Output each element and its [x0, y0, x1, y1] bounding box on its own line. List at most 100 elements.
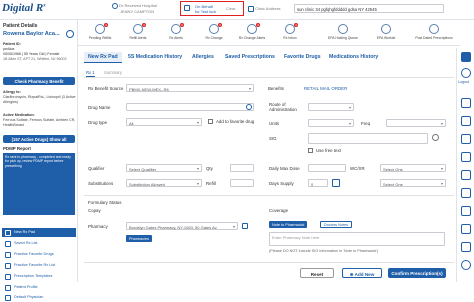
- calendar-icon[interactable]: [332, 179, 340, 187]
- physician-icon: [5, 294, 11, 301]
- wc-xr-secondary-select[interactable]: Select One: [380, 179, 446, 187]
- free-text-label: Use free text: [316, 148, 341, 153]
- tab-saved-prescriptions[interactable]: Saved Prescriptions: [225, 54, 275, 60]
- side-item-patient-profile[interactable]: Patient Profile: [2, 283, 76, 292]
- benefit-source-label: Rx Benefit Source: [88, 86, 124, 91]
- side-item-saved-rx[interactable]: Saved Rx List: [2, 239, 76, 248]
- units-select[interactable]: [308, 119, 354, 127]
- user-icon[interactable]: [461, 224, 471, 234]
- freq-select[interactable]: [386, 119, 446, 127]
- substitutions-select[interactable]: Substitution Allowed: [126, 179, 202, 187]
- side-item-new-rx-pad[interactable]: New Rx Pad: [2, 228, 76, 237]
- tab-medications-history[interactable]: Medications History: [329, 54, 378, 60]
- worklist-icon: [381, 24, 391, 34]
- free-text-checkbox[interactable]: [308, 148, 313, 153]
- toolbar-rx-alerts[interactable]: 0 Rx Alerts: [158, 22, 194, 44]
- toolbar-rx-inbox[interactable]: 0 Rx Inbox: [272, 22, 308, 44]
- reset-button[interactable]: Reset: [300, 268, 334, 278]
- toolbar-epa-worklist[interactable]: EPA Workist: [368, 22, 404, 44]
- toolbar-label: Rx Alerts: [169, 36, 183, 40]
- message-icon[interactable]: [461, 170, 471, 180]
- clinic-selector[interactable]: Clinic Address: [248, 6, 280, 12]
- on-behalf-box[interactable]: On Behalf for Test luck Clear: [180, 1, 244, 16]
- user-selector[interactable]: Dr Received Hospital JENNY CAMPTON: [112, 3, 157, 14]
- route-select[interactable]: [308, 103, 354, 111]
- tab-new-rx-pad[interactable]: New Rx Pad: [84, 52, 122, 63]
- toolbar-epa-holding-queue[interactable]: EPA Holding Queue: [320, 22, 366, 44]
- daily-max-input[interactable]: [308, 164, 346, 172]
- inbox-icon: 0: [285, 23, 298, 34]
- form-divider: [84, 191, 454, 196]
- pharmacy-note-input[interactable]: Enter Pharmacy Note here: [269, 232, 445, 246]
- refill-input[interactable]: [230, 179, 254, 187]
- drug-name-input[interactable]: [126, 103, 254, 111]
- sig-input[interactable]: [308, 133, 428, 144]
- toolbar-rx-change[interactable]: 0 Rx Change: [196, 22, 232, 44]
- home-icon[interactable]: [461, 52, 471, 62]
- patient-name[interactable]: Rowena Baylor Aca...: [3, 31, 60, 37]
- side-item-label: Prescription Templates: [14, 274, 53, 278]
- clipboard-icon[interactable]: [461, 152, 471, 162]
- add-favorite-label: Add to favorite drug: [216, 119, 255, 124]
- tab-ss-medication-history[interactable]: 5S Medication History: [128, 54, 182, 60]
- add-favorite-checkbox[interactable]: [208, 119, 213, 124]
- active-meds-text: Ferrous Sulfate, Ferrous Sulfate, Ambien…: [3, 118, 76, 127]
- edit-icon[interactable]: [242, 223, 248, 229]
- pharmacy-label: Pharmacy: [88, 224, 108, 229]
- patient-edit-icon[interactable]: [66, 30, 74, 38]
- drug-type-select[interactable]: All: [126, 118, 202, 126]
- toolbar-post-dated[interactable]: Post Dated Prescriptions: [410, 22, 458, 44]
- pill-icon[interactable]: [461, 188, 471, 198]
- days-supply-input[interactable]: 0: [308, 179, 328, 187]
- tab-allergies[interactable]: Allergies: [192, 54, 214, 60]
- clear-button[interactable]: Clear: [226, 6, 236, 11]
- side-item-favorite-drugs[interactable]: Practice Favorite Drugs: [2, 250, 76, 259]
- clinic-address-field[interactable]: sun clinic 34 pgfqhgfddddd gdsa NY 42545: [294, 4, 444, 13]
- chart-icon[interactable]: [461, 134, 471, 144]
- profile-icon: [5, 284, 11, 291]
- retail-mail-order-link[interactable]: RETAIL MAIL ORDER: [304, 86, 347, 91]
- wc-xr-select[interactable]: Select One: [380, 164, 446, 172]
- show-all-drugs-button[interactable]: (157 Active Drugs) Show all: [3, 135, 75, 143]
- allergy-text: Clarithromycin, RizpatRxL, Lisinopril (3…: [3, 95, 76, 104]
- side-item-templates[interactable]: Prescription Templates: [2, 272, 76, 281]
- toolbar-pending-refills[interactable]: 0 Pending Refills: [82, 22, 118, 44]
- settings-icon[interactable]: [461, 242, 471, 252]
- logout-label[interactable]: Logout: [458, 80, 469, 84]
- change-icon: 0: [209, 23, 222, 34]
- benefit-source-select[interactable]: PBMX-NEW-MEX--R6: [126, 84, 254, 92]
- toolbar-label: Pending Refills: [88, 36, 112, 40]
- pharmacies-button[interactable]: Pharmacies: [126, 235, 153, 242]
- qty-input[interactable]: [230, 164, 254, 172]
- count-badge: 0: [256, 23, 260, 27]
- toolbar-label: Refill Alerts: [129, 36, 147, 40]
- check-pharmacy-benefit-button[interactable]: Check Pharmacy Benefit: [3, 77, 75, 85]
- document-icon[interactable]: [461, 206, 471, 216]
- toolbar-refill-alerts[interactable]: 0 Refill Alerts: [120, 22, 156, 44]
- side-item-default-physician[interactable]: Default Physician: [2, 293, 76, 302]
- patient-dob: 05/05/1966 | 55 Years Old | Female: [3, 52, 60, 56]
- note-to-pharmacist-button[interactable]: Note to Pharmacist: [269, 221, 308, 228]
- coverage-label: Coverage: [269, 208, 289, 213]
- toolbar-rx-change-alerts[interactable]: 0 Rx Change Alerts: [234, 22, 270, 44]
- calendar-icon[interactable]: [461, 98, 471, 108]
- action-toolbar: 0 Pending Refills 0 Refill Alerts 0 Rx Aler…: [78, 20, 460, 46]
- search-icon[interactable]: [432, 134, 439, 141]
- count-badge: 0: [104, 23, 108, 27]
- power-icon[interactable]: [461, 68, 471, 78]
- doctors-notes-button[interactable]: Doctors Notes: [320, 221, 353, 228]
- help-icon[interactable]: [461, 260, 471, 270]
- qualifier-select[interactable]: Select Qualifier: [126, 164, 202, 172]
- side-item-favorite-rx[interactable]: Practice Favorite Rx List: [2, 261, 76, 270]
- toolbar-label: Post Dated Prescriptions: [415, 36, 453, 40]
- subtab-divider: [84, 73, 454, 78]
- freq-label: Freq: [361, 121, 371, 126]
- pharmacy-select[interactable]: Brooklyn Gates Pharmacy, NY-1063, 50 Gat…: [126, 222, 238, 230]
- side-item-label: Patient Profile: [14, 285, 38, 289]
- search-icon[interactable]: [246, 104, 252, 110]
- confirm-prescriptions-button[interactable]: Confirm Prescription(s): [388, 268, 446, 278]
- add-new-button[interactable]: ⊕ Add New: [342, 268, 382, 278]
- report-icon[interactable]: [461, 116, 471, 126]
- template-icon: [5, 273, 11, 280]
- tab-favorite-drugs[interactable]: Favorite Drugs: [284, 54, 321, 60]
